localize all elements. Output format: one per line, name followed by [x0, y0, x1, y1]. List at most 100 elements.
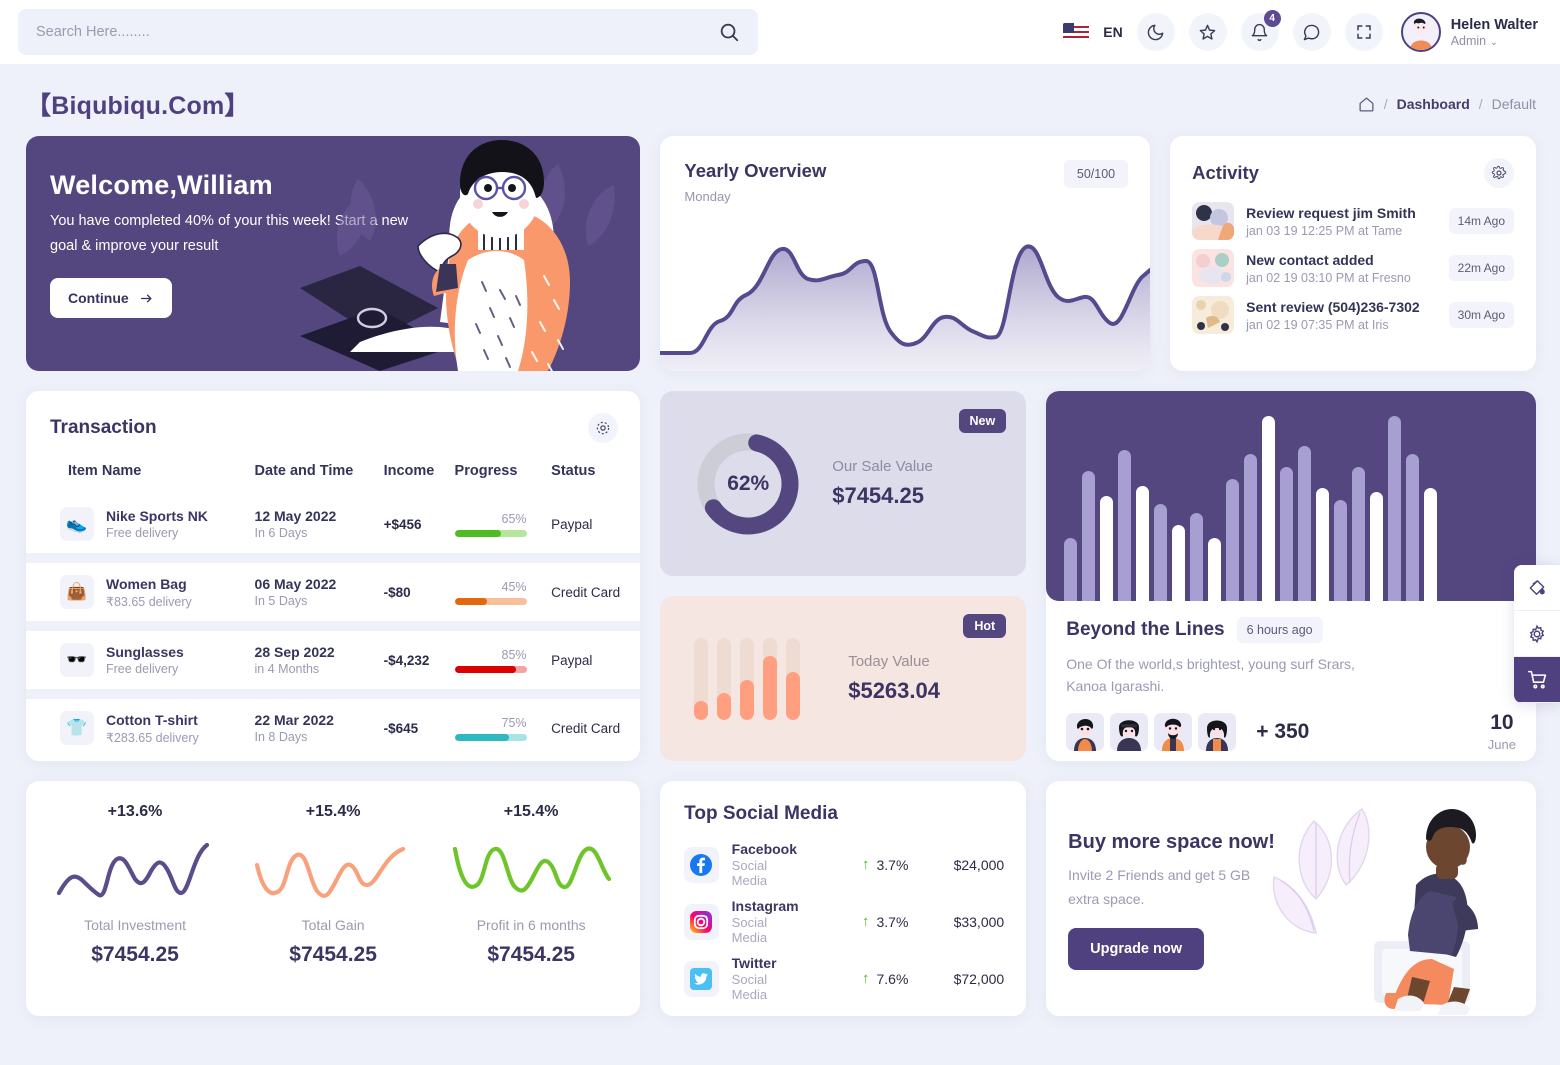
- item-name: Nike Sports NK: [106, 508, 208, 524]
- row-progress-label: 65%: [501, 511, 527, 526]
- continue-button[interactable]: Continue: [50, 278, 172, 319]
- home-icon[interactable]: [1358, 96, 1375, 113]
- bar: [1136, 485, 1150, 601]
- bell-icon[interactable]: 4: [1240, 10, 1281, 51]
- stat-total-gain: +15.4% Total Gain $7454.25: [234, 803, 432, 994]
- beyond-time-tag: 6 hours ago: [1236, 617, 1323, 643]
- row-2: Transaction Item Name Date and Time Inco…: [26, 391, 1536, 761]
- gear-icon[interactable]: [1484, 158, 1515, 188]
- avatar[interactable]: [1198, 712, 1237, 751]
- avatar[interactable]: [1154, 712, 1193, 751]
- search-box[interactable]: [18, 9, 758, 55]
- bar: [740, 637, 755, 720]
- table-row-spacer: [26, 621, 641, 631]
- social-sub: Social Media: [731, 858, 768, 888]
- social-percent: 3.7%: [876, 856, 909, 873]
- activity-thumbnail: [1192, 202, 1235, 240]
- stat-total-investment: +13.6% Total Investment $7454.25: [36, 803, 234, 994]
- row-date-sub: In 8 Days: [254, 730, 308, 744]
- row-income: -$645: [383, 720, 419, 736]
- list-item[interactable]: Facebook Social Media ↑ 3.7% $24,000: [684, 841, 1004, 888]
- cart-icon[interactable]: [1514, 657, 1560, 703]
- row-date: 22 Mar 2022: [254, 712, 334, 728]
- welcome-card: Welcome,William You have completed 40% o…: [26, 136, 641, 371]
- item-subtitle: ₹83.65 delivery: [106, 594, 192, 609]
- right-dock-toolbar: [1514, 565, 1560, 703]
- upgrade-button[interactable]: Upgrade now: [1068, 927, 1205, 970]
- transaction-title: Transaction: [50, 417, 157, 438]
- beyond-text: One Of the world,s brightest, young surf…: [1066, 656, 1355, 695]
- search-input[interactable]: [36, 24, 718, 40]
- table-row[interactable]: 👟 Nike Sports NK Free delivery 12 May 20…: [26, 495, 641, 553]
- activity-item[interactable]: New contact added jan 02 19 03:10 PM at …: [1192, 249, 1515, 287]
- avatar[interactable]: [1400, 12, 1441, 52]
- activity-item[interactable]: Review request jim Smith jan 03 19 12:25…: [1192, 202, 1515, 240]
- list-item[interactable]: Twitter Social Media ↑ 7.6% $72,000: [684, 955, 1004, 1002]
- moon-icon[interactable]: [1136, 13, 1175, 51]
- breadcrumb-dashboard[interactable]: Dashboard: [1397, 96, 1470, 112]
- stat-percent: +13.6%: [107, 803, 163, 820]
- beyond-date-month: June: [1487, 736, 1516, 752]
- flag-icon[interactable]: [1063, 23, 1090, 41]
- welcome-illustration: [300, 140, 616, 371]
- activity-item[interactable]: Sent review (504)236-7302 jan 02 19 07:3…: [1192, 296, 1515, 334]
- social-name: Facebook: [731, 841, 798, 857]
- language-label[interactable]: EN: [1103, 24, 1122, 40]
- today-value-card: Hot Today Value $5263.04: [660, 596, 1027, 761]
- stat-profit-6-months: +15.4% Profit in 6 months $7454.25: [432, 803, 630, 994]
- table-row-spacer: [26, 553, 641, 563]
- row-date-sub: in 4 Months: [254, 662, 320, 676]
- bar: [1370, 491, 1384, 601]
- arrow-up-icon: ↑: [862, 856, 870, 873]
- activity-item-meta: jan 03 19 12:25 PM at Tame: [1246, 224, 1403, 239]
- chat-icon[interactable]: [1292, 13, 1331, 51]
- twitter-icon: [684, 960, 719, 997]
- row-date: 28 Sep 2022: [254, 644, 335, 660]
- paint-bucket-icon[interactable]: [1514, 565, 1560, 611]
- row-progress-bar: [454, 597, 527, 605]
- activity-item-title: New contact added: [1246, 251, 1374, 268]
- row-date-sub: In 6 Days: [254, 526, 308, 540]
- search-icon[interactable]: [718, 21, 740, 43]
- arrow-up-icon: ↑: [862, 970, 870, 987]
- table-row[interactable]: 🕶️ Sunglasses Free delivery 28 Sep 2022 …: [26, 631, 641, 689]
- page-header: 【Biqubiqu.Com】 / Dashboard / Default: [0, 64, 1560, 130]
- bar: [1226, 479, 1240, 601]
- star-icon[interactable]: [1188, 13, 1227, 51]
- activity-item-meta: jan 02 19 07:35 PM at Iris: [1246, 318, 1389, 333]
- item-icon: 👕: [60, 711, 94, 745]
- bar: [1100, 496, 1114, 601]
- bar: [1262, 416, 1276, 601]
- avatar[interactable]: [1066, 712, 1105, 751]
- stat-label: Profit in 6 months: [476, 917, 586, 933]
- row-date: 06 May 2022: [254, 576, 337, 592]
- list-item[interactable]: Instagram Social Media ↑ 3.7% $33,000: [684, 898, 1004, 945]
- table-row[interactable]: 👜 Women Bag ₹83.65 delivery 06 May 2022 …: [26, 563, 641, 621]
- bar: [1190, 512, 1204, 601]
- social-sub: Social Media: [731, 972, 768, 1002]
- bar: [1316, 487, 1330, 601]
- activity-item-title: Review request jim Smith: [1246, 204, 1416, 221]
- continue-label: Continue: [68, 290, 129, 307]
- chevron-down-icon[interactable]: ⌄: [1490, 37, 1498, 48]
- bar: [1208, 538, 1222, 601]
- gear-icon[interactable]: [588, 413, 619, 443]
- header-actions: EN 4 Helen Walter Admin ⌄: [1063, 10, 1538, 52]
- instagram-icon: [684, 903, 719, 940]
- item-name: Sunglasses: [106, 644, 184, 660]
- user-menu[interactable]: Helen Walter Admin ⌄: [1400, 12, 1538, 52]
- bar: [1118, 449, 1132, 601]
- upgrade-text: Invite 2 Friends and get 5 GB extra spac…: [1068, 867, 1251, 907]
- beyond-the-lines-card: Beyond the Lines 6 hours ago One Of the …: [1046, 391, 1536, 761]
- gear-icon[interactable]: [1514, 611, 1560, 657]
- avatar[interactable]: [1110, 712, 1149, 751]
- fullscreen-icon[interactable]: [1344, 13, 1383, 51]
- table-row[interactable]: 👕 Cotton T-shirt ₹283.65 delivery 22 Mar…: [26, 699, 641, 757]
- breadcrumb: / Dashboard / Default: [1358, 96, 1536, 113]
- item-subtitle: ₹283.65 delivery: [106, 730, 199, 745]
- bar: [1064, 538, 1078, 601]
- activity-item-time: 14m Ago: [1448, 208, 1515, 234]
- activity-title: Activity: [1192, 162, 1259, 183]
- yearly-score-pill: 50/100: [1063, 160, 1129, 188]
- status-badge: Hot: [963, 614, 1007, 638]
